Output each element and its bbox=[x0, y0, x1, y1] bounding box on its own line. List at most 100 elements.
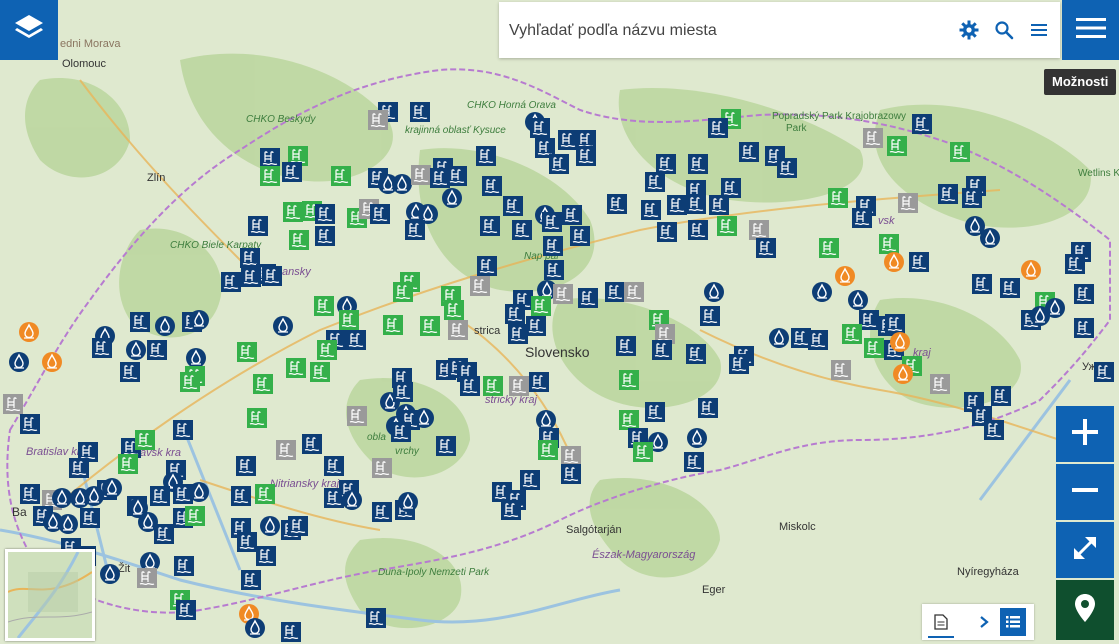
poi-marker[interactable] bbox=[245, 618, 265, 638]
poi-marker[interactable] bbox=[1021, 260, 1041, 280]
poi-marker[interactable] bbox=[962, 188, 982, 208]
poi-marker[interactable] bbox=[708, 118, 728, 138]
poi-marker[interactable] bbox=[410, 102, 430, 122]
poi-marker[interactable] bbox=[808, 330, 828, 350]
poi-marker[interactable] bbox=[281, 622, 301, 642]
poi-marker[interactable] bbox=[180, 372, 200, 392]
poi-marker[interactable] bbox=[448, 320, 468, 340]
poi-marker[interactable] bbox=[176, 600, 196, 620]
poi-marker[interactable] bbox=[1074, 284, 1094, 304]
poi-marker[interactable] bbox=[273, 316, 293, 336]
poi-marker[interactable] bbox=[542, 212, 562, 232]
poi-marker[interactable] bbox=[174, 556, 194, 576]
poi-marker[interactable] bbox=[570, 226, 590, 246]
poi-marker[interactable] bbox=[383, 315, 403, 335]
poi-marker[interactable] bbox=[405, 220, 425, 240]
poi-marker[interactable] bbox=[237, 532, 257, 552]
poi-marker[interactable] bbox=[890, 332, 910, 352]
poi-marker[interactable] bbox=[657, 222, 677, 242]
poi-marker[interactable] bbox=[863, 128, 883, 148]
menu-button[interactable] bbox=[1062, 0, 1119, 60]
poi-marker[interactable] bbox=[508, 324, 528, 344]
poi-marker[interactable] bbox=[282, 162, 302, 182]
list-view-icon[interactable] bbox=[1000, 608, 1026, 636]
poi-marker[interactable] bbox=[1030, 306, 1050, 326]
poi-marker[interactable] bbox=[538, 440, 558, 460]
poi-marker[interactable] bbox=[92, 338, 112, 358]
poi-marker[interactable] bbox=[684, 452, 704, 472]
poi-marker[interactable] bbox=[444, 300, 464, 320]
zoom-in-button[interactable] bbox=[1056, 406, 1114, 462]
layers-button[interactable] bbox=[0, 0, 58, 60]
poi-marker[interactable] bbox=[991, 386, 1011, 406]
poi-marker[interactable] bbox=[317, 340, 337, 360]
poi-marker[interactable] bbox=[342, 490, 362, 510]
poi-marker[interactable] bbox=[529, 372, 549, 392]
poi-marker[interactable] bbox=[950, 142, 970, 162]
poi-marker[interactable] bbox=[520, 470, 540, 490]
poi-marker[interactable] bbox=[777, 158, 797, 178]
poi-marker[interactable] bbox=[549, 154, 569, 174]
poi-marker[interactable] bbox=[189, 310, 209, 330]
poi-marker[interactable] bbox=[130, 312, 150, 332]
poi-marker[interactable] bbox=[476, 146, 496, 166]
poi-marker[interactable] bbox=[231, 486, 251, 506]
poi-marker[interactable] bbox=[58, 514, 78, 534]
poi-marker[interactable] bbox=[3, 394, 23, 414]
poi-marker[interactable] bbox=[69, 458, 89, 478]
poi-marker[interactable] bbox=[512, 220, 532, 240]
poi-marker[interactable] bbox=[501, 500, 521, 520]
overview-minimap[interactable] bbox=[5, 549, 95, 641]
poi-marker[interactable] bbox=[347, 406, 367, 426]
poi-marker[interactable] bbox=[619, 370, 639, 390]
poi-marker[interactable] bbox=[848, 290, 868, 310]
poi-marker[interactable] bbox=[137, 568, 157, 588]
poi-marker[interactable] bbox=[302, 434, 322, 454]
poi-marker[interactable] bbox=[505, 304, 525, 324]
poi-marker[interactable] bbox=[700, 306, 720, 326]
poi-marker[interactable] bbox=[189, 482, 209, 502]
poi-marker[interactable] bbox=[930, 374, 950, 394]
poi-marker[interactable] bbox=[536, 410, 556, 430]
poi-marker[interactable] bbox=[893, 364, 913, 384]
poi-marker[interactable] bbox=[842, 324, 862, 344]
list-icon[interactable] bbox=[1027, 18, 1051, 42]
poi-marker[interactable] bbox=[480, 216, 500, 236]
poi-marker[interactable] bbox=[185, 506, 205, 526]
poi-marker[interactable] bbox=[984, 420, 1004, 440]
poi-marker[interactable] bbox=[20, 414, 40, 434]
poi-marker[interactable] bbox=[411, 165, 431, 185]
poi-marker[interactable] bbox=[150, 486, 170, 506]
poi-marker[interactable] bbox=[393, 282, 413, 302]
poi-marker[interactable] bbox=[656, 154, 676, 174]
poi-marker[interactable] bbox=[687, 428, 707, 448]
poi-marker[interactable] bbox=[972, 274, 992, 294]
poi-marker[interactable] bbox=[578, 288, 598, 308]
poi-marker[interactable] bbox=[276, 440, 296, 460]
poi-marker[interactable] bbox=[42, 352, 62, 372]
poi-marker[interactable] bbox=[372, 458, 392, 478]
search-input[interactable] bbox=[507, 14, 931, 48]
poi-marker[interactable] bbox=[253, 374, 273, 394]
poi-marker[interactable] bbox=[756, 238, 776, 258]
poi-marker[interactable] bbox=[482, 176, 502, 196]
poi-marker[interactable] bbox=[120, 362, 140, 382]
poi-marker[interactable] bbox=[652, 340, 672, 360]
poi-marker[interactable] bbox=[717, 216, 737, 236]
poi-marker[interactable] bbox=[314, 296, 334, 316]
poi-marker[interactable] bbox=[887, 136, 907, 156]
poi-marker[interactable] bbox=[1074, 318, 1094, 338]
poi-marker[interactable] bbox=[237, 342, 257, 362]
poi-marker[interactable] bbox=[619, 410, 639, 430]
poi-marker[interactable] bbox=[831, 360, 851, 380]
poi-marker[interactable] bbox=[19, 322, 39, 342]
poi-marker[interactable] bbox=[372, 502, 392, 522]
poi-marker[interactable] bbox=[154, 524, 174, 544]
poi-marker[interactable] bbox=[633, 442, 653, 462]
poi-marker[interactable] bbox=[884, 252, 904, 272]
poi-marker[interactable] bbox=[135, 430, 155, 450]
poi-marker[interactable] bbox=[118, 454, 138, 474]
poi-marker[interactable] bbox=[819, 238, 839, 258]
poi-marker[interactable] bbox=[553, 284, 573, 304]
poi-marker[interactable] bbox=[52, 488, 72, 508]
